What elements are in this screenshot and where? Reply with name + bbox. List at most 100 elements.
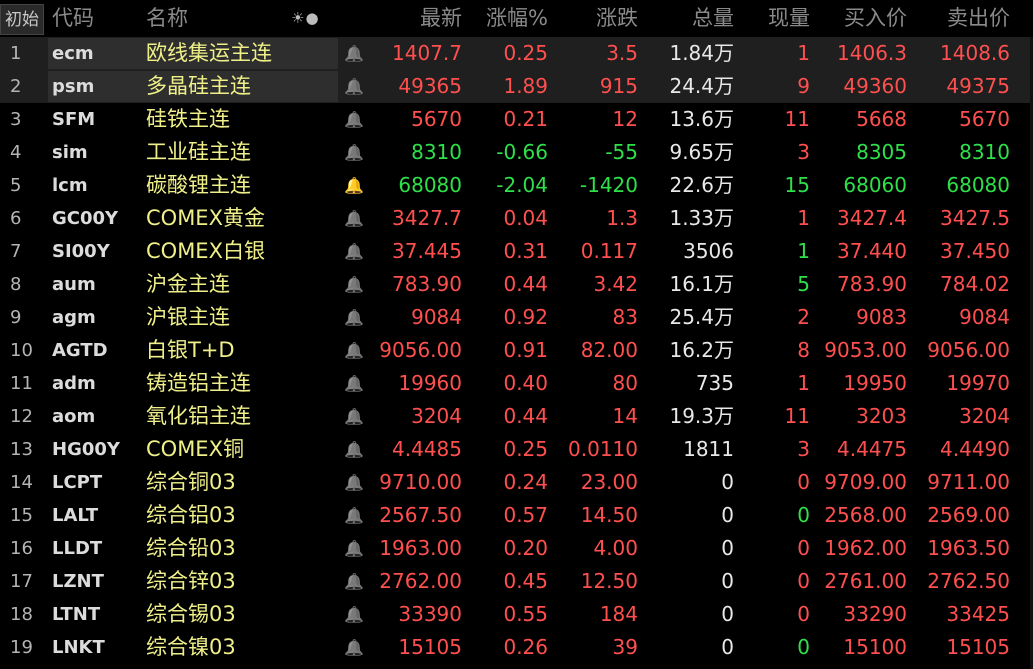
row-change: 0.117 bbox=[580, 239, 638, 263]
col-header-name[interactable]: 名称 bbox=[146, 0, 226, 37]
row-volume-unit: 万 bbox=[714, 206, 734, 230]
row-volume: 22.6万 bbox=[638, 169, 734, 202]
table-row[interactable]: 16 LLDT 综合铅03 1963.00 0.20 4.00 0 1962.00 1963.5… bbox=[0, 532, 1033, 565]
table-row[interactable]: 12 aom 氧化铝主连 3204 0.44 14 11 3203 3204 🔔 19.3万 bbox=[0, 400, 1033, 433]
alert-bell-icon[interactable]: 🔔 bbox=[344, 334, 364, 367]
row-name: 沪银主连 bbox=[146, 305, 230, 329]
alert-bell-icon[interactable]: 🔔 bbox=[344, 532, 364, 565]
alert-bell-icon[interactable]: 🔔 bbox=[344, 301, 364, 334]
table-row[interactable]: 10 AGTD 白银T+D 9056.00 0.91 82.00 8 9053.00 9056.… bbox=[0, 334, 1033, 367]
col-header-change[interactable]: 涨跌 bbox=[548, 0, 638, 37]
row-name: 沪金主连 bbox=[146, 272, 230, 296]
alert-bell-icon[interactable]: 🔔 bbox=[344, 565, 364, 598]
row-ask: 2569.00 bbox=[927, 503, 1010, 527]
row-index: 18 bbox=[10, 604, 33, 625]
row-current-volume: 0 bbox=[797, 536, 810, 560]
row-volume-value: 3506 bbox=[683, 239, 734, 263]
col-header-current-volume[interactable]: 现量 bbox=[734, 0, 810, 37]
row-code: HG00Y bbox=[52, 439, 120, 460]
row-volume-value: 0 bbox=[721, 635, 734, 659]
row-index: 2 bbox=[10, 76, 22, 97]
alert-bell-icon[interactable]: 🔔 bbox=[344, 103, 364, 136]
row-current-volume: 11 bbox=[784, 404, 810, 428]
row-current-volume: 1 bbox=[797, 371, 810, 395]
row-volume-value: 0 bbox=[721, 602, 734, 626]
alert-bell-icon[interactable]: 🔔 bbox=[344, 136, 364, 169]
alert-bell-icon[interactable]: 🔔 bbox=[344, 70, 364, 103]
col-header-volume[interactable]: 总量 bbox=[638, 0, 734, 37]
alert-bell-icon[interactable]: 🔔 bbox=[344, 598, 364, 631]
row-bid: 783.90 bbox=[837, 272, 907, 296]
alert-bell-icon[interactable]: 🔔 bbox=[344, 169, 364, 202]
row-index: 15 bbox=[10, 505, 33, 526]
alert-bell-icon[interactable]: 🔔 bbox=[344, 400, 364, 433]
row-bid: 9083 bbox=[856, 305, 907, 329]
col-header-ask[interactable]: 卖出价 bbox=[907, 0, 1010, 37]
column-header-bar: 初始 代码 名称 ☀● 最新 涨幅% 涨跌 总量 现量 买入价 卖出价 bbox=[0, 0, 1033, 37]
alert-bell-icon[interactable]: 🔔 bbox=[344, 268, 364, 301]
table-row[interactable]: 13 HG00Y COMEX铜 4.4485 0.25 0.0110 3 4.4475 4.44… bbox=[0, 433, 1033, 466]
row-change-pct: 0.20 bbox=[503, 536, 548, 560]
row-bid: 68060 bbox=[843, 173, 907, 197]
row-bid: 3203 bbox=[856, 404, 907, 428]
table-row[interactable]: 18 LTNT 综合锡03 33390 0.55 184 0 33290 33425 🔔 0 bbox=[0, 598, 1033, 631]
row-volume: 735 bbox=[638, 367, 734, 400]
table-row[interactable]: 7 SI00Y COMEX白银 37.445 0.31 0.117 1 37.440 37.45… bbox=[0, 235, 1033, 268]
row-code: ecm bbox=[52, 43, 94, 64]
table-row[interactable]: 1 ecm 欧线集运主连 1407.7 0.25 3.5 1 1406.3 1408.6 🔔 1.8… bbox=[0, 37, 1033, 70]
row-ask: 9084 bbox=[959, 305, 1010, 329]
table-row[interactable]: 14 LCPT 综合铜03 9710.00 0.24 23.00 0 9709.00 9711.… bbox=[0, 466, 1033, 499]
row-ask: 3204 bbox=[959, 404, 1010, 428]
row-name: COMEX黄金 bbox=[146, 206, 265, 230]
row-ask: 784.02 bbox=[940, 272, 1010, 296]
row-volume-unit: 万 bbox=[714, 404, 734, 428]
row-change-pct: 0.92 bbox=[503, 305, 548, 329]
row-last-price: 37.445 bbox=[392, 239, 462, 263]
row-volume: 0 bbox=[638, 631, 734, 664]
row-last-price: 49365 bbox=[398, 74, 462, 98]
row-change-pct: -0.66 bbox=[496, 140, 548, 164]
table-row[interactable]: 15 LALT 综合铝03 2567.50 0.57 14.50 0 2568.00 2569.… bbox=[0, 499, 1033, 532]
table-row[interactable]: 19 LNKT 综合镍03 15105 0.26 39 0 15100 15105 🔔 0 bbox=[0, 631, 1033, 664]
row-change: 83 bbox=[612, 305, 638, 329]
table-row[interactable]: 2 psm 多晶硅主连 49365 1.89 915 9 49360 49375 🔔 24.4万 bbox=[0, 70, 1033, 103]
row-index: 10 bbox=[10, 340, 33, 361]
alert-bell-icon[interactable]: 🔔 bbox=[344, 433, 364, 466]
row-name: 综合铜03 bbox=[146, 470, 236, 494]
table-row[interactable]: 6 GC00Y COMEX黄金 3427.7 0.04 1.3 1 3427.4 3427.5 🔔… bbox=[0, 202, 1033, 235]
display-toggle-icon[interactable]: ☀● bbox=[291, 0, 320, 37]
init-button[interactable]: 初始 bbox=[0, 4, 44, 35]
row-name: 硅铁主连 bbox=[146, 107, 230, 131]
row-name: 综合铝03 bbox=[146, 503, 236, 527]
table-row[interactable]: 8 aum 沪金主连 783.90 0.44 3.42 5 783.90 784.02 🔔 16.1… bbox=[0, 268, 1033, 301]
row-ask: 15105 bbox=[946, 635, 1010, 659]
table-row[interactable]: 17 LZNT 综合锌03 2762.00 0.45 12.50 0 2761.00 2762.… bbox=[0, 565, 1033, 598]
col-header-last[interactable]: 最新 bbox=[360, 0, 462, 37]
row-code: psm bbox=[52, 76, 95, 97]
table-row[interactable]: 3 SFM 硅铁主连 5670 0.21 12 11 5668 5670 🔔 13.6万 bbox=[0, 103, 1033, 136]
alert-bell-icon[interactable]: 🔔 bbox=[344, 631, 364, 664]
row-code: aom bbox=[52, 406, 96, 427]
row-volume-value: 19.3 bbox=[669, 404, 714, 428]
row-ask: 4.4490 bbox=[940, 437, 1010, 461]
col-header-bid[interactable]: 买入价 bbox=[810, 0, 907, 37]
row-volume-value: 1.84 bbox=[669, 41, 714, 65]
table-row[interactable]: 4 sim 工业硅主连 8310 -0.66 -55 3 8305 8310 🔔 9.65万 bbox=[0, 136, 1033, 169]
alert-bell-icon[interactable]: 🔔 bbox=[344, 235, 364, 268]
row-index: 8 bbox=[10, 274, 22, 295]
table-row[interactable]: 11 adm 铸造铝主连 19960 0.40 80 1 19950 19970 🔔 735 bbox=[0, 367, 1033, 400]
row-current-volume: 9 bbox=[797, 74, 810, 98]
alert-bell-icon[interactable]: 🔔 bbox=[344, 202, 364, 235]
table-row[interactable]: 5 lcm 碳酸锂主连 68080 -2.04 -1420 15 68060 68080 🔔 22.… bbox=[0, 169, 1033, 202]
row-code: LNKT bbox=[52, 637, 105, 658]
table-row[interactable]: 9 agm 沪银主连 9084 0.92 83 2 9083 9084 🔔 25.4万 bbox=[0, 301, 1033, 334]
col-header-code[interactable]: 代码 bbox=[52, 0, 112, 37]
alert-bell-icon[interactable]: 🔔 bbox=[344, 466, 364, 499]
row-last-price: 68080 bbox=[398, 173, 462, 197]
row-volume-unit: 万 bbox=[714, 107, 734, 131]
row-change-pct: 0.40 bbox=[503, 371, 548, 395]
col-header-change-pct[interactable]: 涨幅% bbox=[462, 0, 548, 37]
alert-bell-icon[interactable]: 🔔 bbox=[344, 499, 364, 532]
alert-bell-icon[interactable]: 🔔 bbox=[344, 37, 364, 70]
alert-bell-icon[interactable]: 🔔 bbox=[344, 367, 364, 400]
